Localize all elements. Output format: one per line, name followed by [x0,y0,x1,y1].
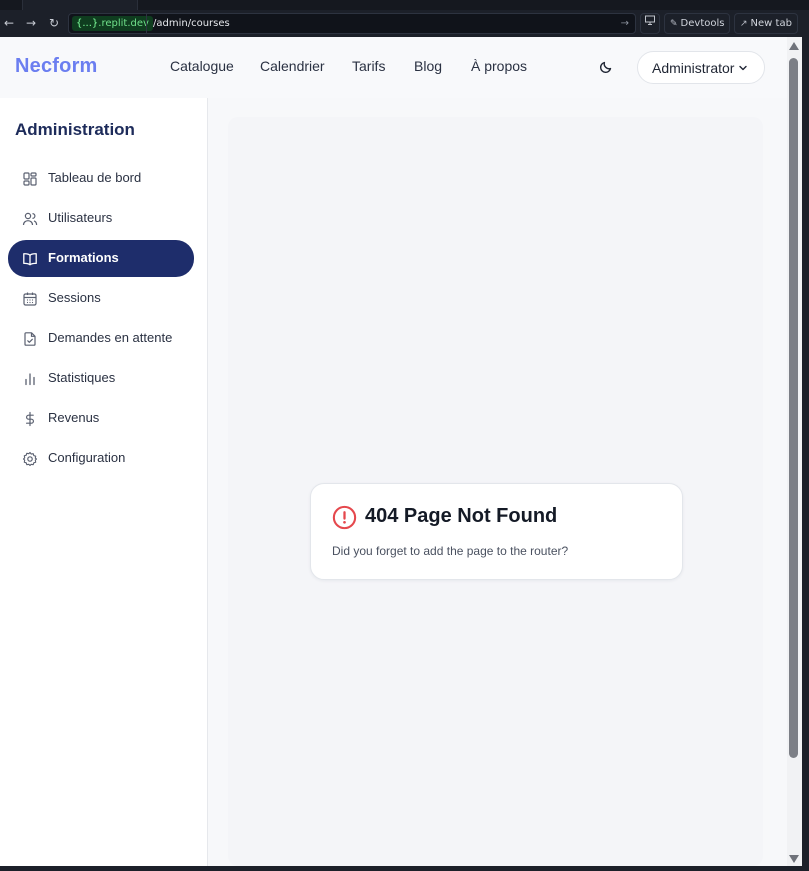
go-arrow-icon[interactable]: → [621,14,629,33]
alert-circle-icon [332,505,357,530]
wrench-icon: ✎ [670,19,678,29]
url-path: /admin/courses [153,18,230,29]
user-menu-button[interactable]: Administrator [637,51,765,84]
browser-tab[interactable] [22,0,138,10]
browser-tabstrip [0,0,809,10]
sidebar-item-label: Demandes en attente [48,330,173,345]
moon-icon[interactable] [598,59,614,75]
sidebar-item-label: Revenus [48,410,100,425]
bar-chart-icon [25,373,35,386]
dashboard-icon [23,172,37,186]
window-edge [802,37,809,871]
users-icon [22,212,38,226]
sidebar-item-label: Sessions [48,290,101,305]
nav-catalogue[interactable]: Catalogue [170,58,234,74]
nav-tarifs[interactable]: Tarifs [352,58,385,74]
screen-icon[interactable] [640,13,660,34]
window-edge [0,866,809,871]
sidebar-item-label: Statistiques [48,370,116,385]
site-header: Necform Catalogue Calendrier Tarifs Blog… [0,37,787,98]
chevron-down-icon [739,65,747,71]
sidebar-item-demandes-en-attente[interactable]: Demandes en attente [8,320,194,357]
error-message: Did you forget to add the page to the ro… [332,544,569,558]
admin-sidebar: Administration Tableau de bord Utilisate… [0,98,208,866]
book-open-icon [23,253,37,266]
address-bar[interactable]: {...}.replit.dev /admin/courses → [68,13,636,34]
sidebar-item-configuration[interactable]: Configuration [8,440,194,477]
scroll-down-arrow-icon[interactable] [789,855,799,863]
error-title: 404 Page Not Found [365,505,558,527]
sidebar-item-label: Tableau de bord [48,170,142,185]
sidebar-item-label: Formations [48,250,119,265]
sidebar-item-label: Configuration [48,450,126,465]
url-host: {...}.replit.dev [72,16,153,31]
back-icon[interactable]: ← [0,14,18,32]
nav-a-propos[interactable]: À propos [471,58,527,74]
url-divider [146,14,147,33]
page-viewport: Necform Catalogue Calendrier Tarifs Blog… [0,37,787,866]
sidebar-item-revenus[interactable]: Revenus [8,400,194,437]
new-tab-button[interactable]: ↗ New tab [734,13,798,34]
new-tab-label: New tab [750,18,792,29]
reload-icon[interactable]: ↻ [45,14,63,32]
url-host-text: .replit.dev [98,18,149,29]
devtools-button[interactable]: ✎ Devtools [664,13,731,34]
sidebar-title: Administration [15,120,135,139]
page-scrollbar[interactable] [787,37,802,866]
replit-badge: {...} [76,18,99,29]
site-logo[interactable]: Necform [15,55,98,78]
sidebar-item-sessions[interactable]: Sessions [8,280,194,317]
nav-blog[interactable]: Blog [414,58,442,74]
error-card: 404 Page Not Found Did you forget to add… [310,483,683,580]
sidebar-item-statistiques[interactable]: Statistiques [8,360,194,397]
file-check-icon [24,332,36,346]
calendar-icon [23,292,37,306]
sidebar-item-utilisateurs[interactable]: Utilisateurs [8,200,194,237]
gear-icon [22,451,38,467]
sidebar-item-label: Utilisateurs [48,210,113,225]
sidebar-item-tableau-de-bord[interactable]: Tableau de bord [8,160,194,197]
external-link-icon: ↗ [740,19,748,29]
devtools-label: Devtools [680,18,725,29]
scroll-up-arrow-icon[interactable] [789,42,799,50]
forward-icon[interactable]: → [22,14,40,32]
dollar-icon [26,411,34,427]
user-menu-label: Administrator [652,60,735,76]
sidebar-item-formations[interactable]: Formations [8,240,194,277]
nav-calendrier[interactable]: Calendrier [260,58,325,74]
scroll-thumb[interactable] [789,58,798,758]
browser-toolbar: ← → ↻ {...}.replit.dev /admin/courses → … [0,10,809,37]
